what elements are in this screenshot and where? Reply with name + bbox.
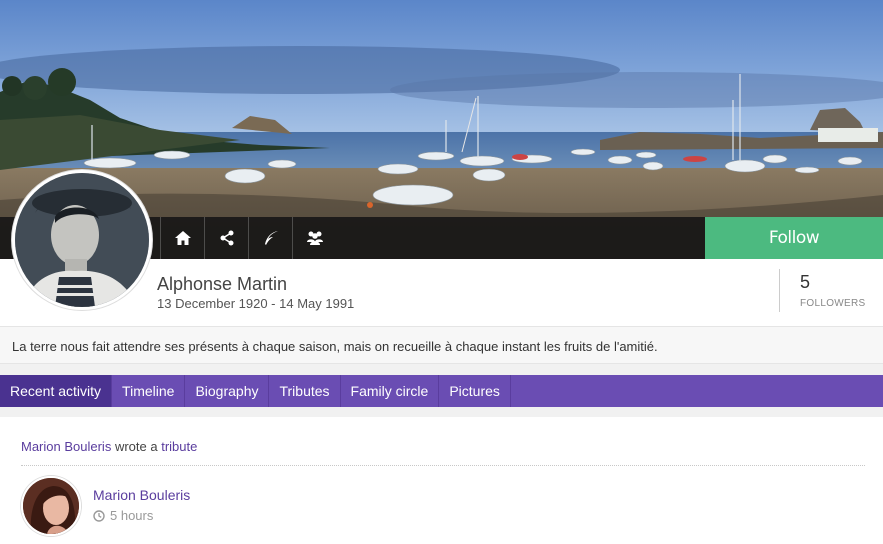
family-button[interactable] [292, 217, 336, 259]
tab-recent-activity[interactable]: Recent activity [0, 375, 113, 407]
home-button[interactable] [160, 217, 204, 259]
followers-label: FOLLOWERS [800, 298, 866, 309]
tab-biography[interactable]: Biography [185, 375, 270, 407]
profile-avatar [12, 170, 152, 310]
tribute-link[interactable]: tribute [161, 439, 197, 454]
share-icon [220, 230, 233, 246]
quote-text: La terre nous fait attendre ses présents… [12, 339, 658, 354]
author-avatar[interactable] [21, 476, 81, 536]
activity-time: 5 hours [93, 508, 153, 523]
feed-divider [21, 465, 865, 466]
profile-dates: 13 December 1920 - 14 May 1991 [157, 296, 355, 311]
tab-timeline[interactable]: Timeline [112, 375, 186, 407]
time-text: 5 hours [110, 508, 154, 523]
actor-link[interactable]: Marion Bouleris [21, 439, 111, 454]
activity-headline: Marion Bouleris wrote a tribute [21, 439, 197, 454]
memorial-page: Follow Alphonse Martin 13 December 1920 … [0, 0, 883, 544]
feather-icon [264, 231, 278, 245]
followers-count: 5 [800, 272, 811, 292]
clock-icon [93, 509, 105, 522]
tab-family-circle[interactable]: Family circle [341, 375, 440, 407]
author-name[interactable]: Marion Bouleris [93, 487, 190, 503]
profile-tabs: Recent activity Timeline Biography Tribu… [0, 375, 883, 407]
tab-tributes[interactable]: Tributes [269, 375, 341, 407]
activity-verb: wrote a [114, 439, 158, 454]
write-tribute-button[interactable] [248, 217, 292, 259]
action-icons [160, 217, 336, 259]
profile-name: Alphonse Martin [157, 274, 288, 294]
group-icon [306, 231, 323, 245]
share-button[interactable] [204, 217, 248, 259]
tab-pictures[interactable]: Pictures [439, 375, 511, 407]
profile-quote: La terre nous fait attendre ses présents… [0, 326, 883, 364]
activity-feed: Marion Bouleris wrote a tribute Marion B… [0, 417, 883, 544]
followers-counter[interactable]: 5 FOLLOWERS [779, 269, 883, 312]
follow-button[interactable]: Follow [705, 217, 883, 259]
home-icon [174, 231, 191, 245]
